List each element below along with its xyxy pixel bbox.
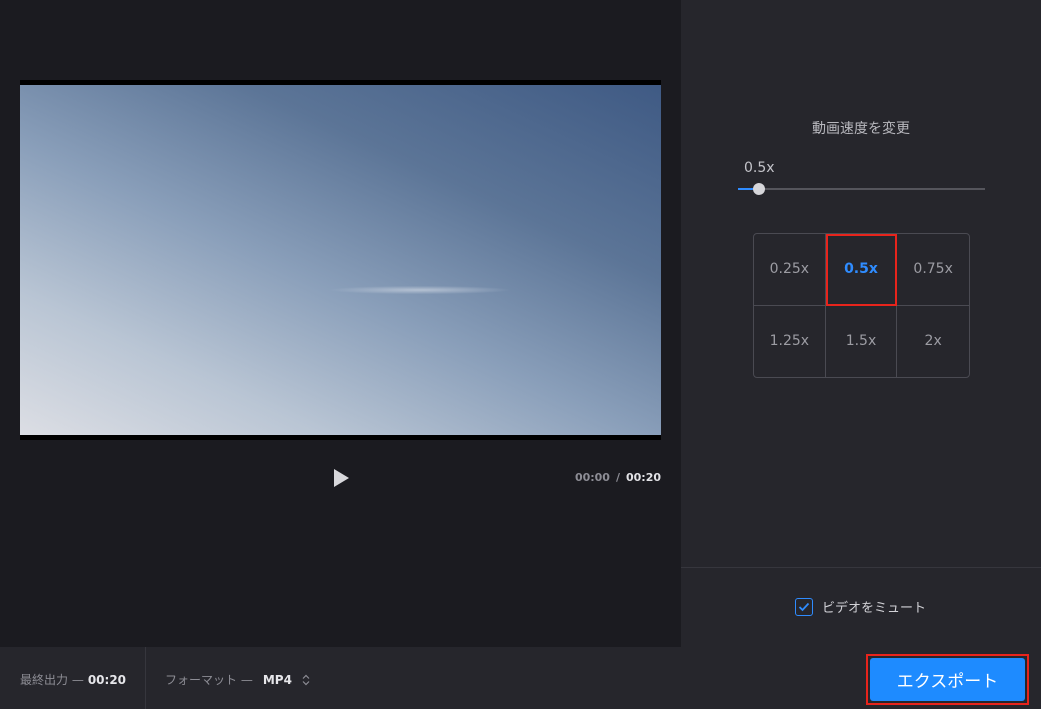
- export-highlight: エクスポート: [866, 654, 1029, 705]
- video-player[interactable]: [20, 80, 661, 440]
- mute-checkbox[interactable]: [795, 597, 813, 616]
- mute-checkbox-row[interactable]: ビデオをミュート: [795, 597, 926, 616]
- play-icon: [334, 469, 349, 487]
- format-value: MP4: [262, 672, 292, 687]
- time-display: 00:00 / 00:20: [575, 471, 661, 484]
- check-icon: [798, 602, 810, 611]
- final-output: 最終出力 —00:20: [20, 671, 126, 688]
- play-button[interactable]: [330, 466, 352, 490]
- settings-panel: 動画速度を変更 0.5x 0.25x 0.5x 0.75x 1.25x 1.5x 2x ビ…: [681, 0, 1041, 647]
- time-separator: /: [615, 471, 620, 484]
- speed-option[interactable]: 0.5x: [825, 234, 898, 306]
- speed-option[interactable]: 1.25x: [754, 305, 826, 377]
- format-selector[interactable]: フォーマット — MP4: [165, 671, 310, 688]
- mute-label: ビデオをミュート: [822, 601, 927, 616]
- final-output-value: 00:20: [87, 673, 127, 687]
- export-button[interactable]: エクスポート: [870, 658, 1025, 701]
- speed-option[interactable]: 2x: [897, 306, 969, 378]
- speed-slider-value: 0.5x: [744, 160, 775, 176]
- bottom-bar: 最終出力 —00:20 フォーマット — MP4 エクスポート: [0, 647, 1041, 709]
- video-frame-sky: [20, 85, 661, 435]
- speed-option[interactable]: 0.25x: [754, 234, 826, 306]
- total-duration: 00:20: [625, 471, 661, 484]
- speed-option[interactable]: 1.5x: [826, 305, 898, 377]
- chevron-updown-icon: [302, 674, 310, 686]
- speed-title: 動画速度を変更: [812, 121, 910, 137]
- speed-slider[interactable]: [738, 183, 985, 195]
- preview-panel: 00:00 / 00:20: [0, 0, 681, 647]
- speed-slider-thumb[interactable]: [752, 183, 765, 195]
- bottom-divider: [145, 647, 146, 709]
- speed-options-grid: 0.25x 0.5x 0.75x 1.25x 1.5x 2x: [753, 233, 970, 378]
- final-output-label: 最終出力 —: [20, 673, 84, 687]
- speed-option[interactable]: 0.75x: [897, 234, 969, 306]
- format-label: フォーマット —: [165, 673, 253, 687]
- current-time: 00:00: [574, 471, 610, 484]
- divider: [681, 567, 1041, 568]
